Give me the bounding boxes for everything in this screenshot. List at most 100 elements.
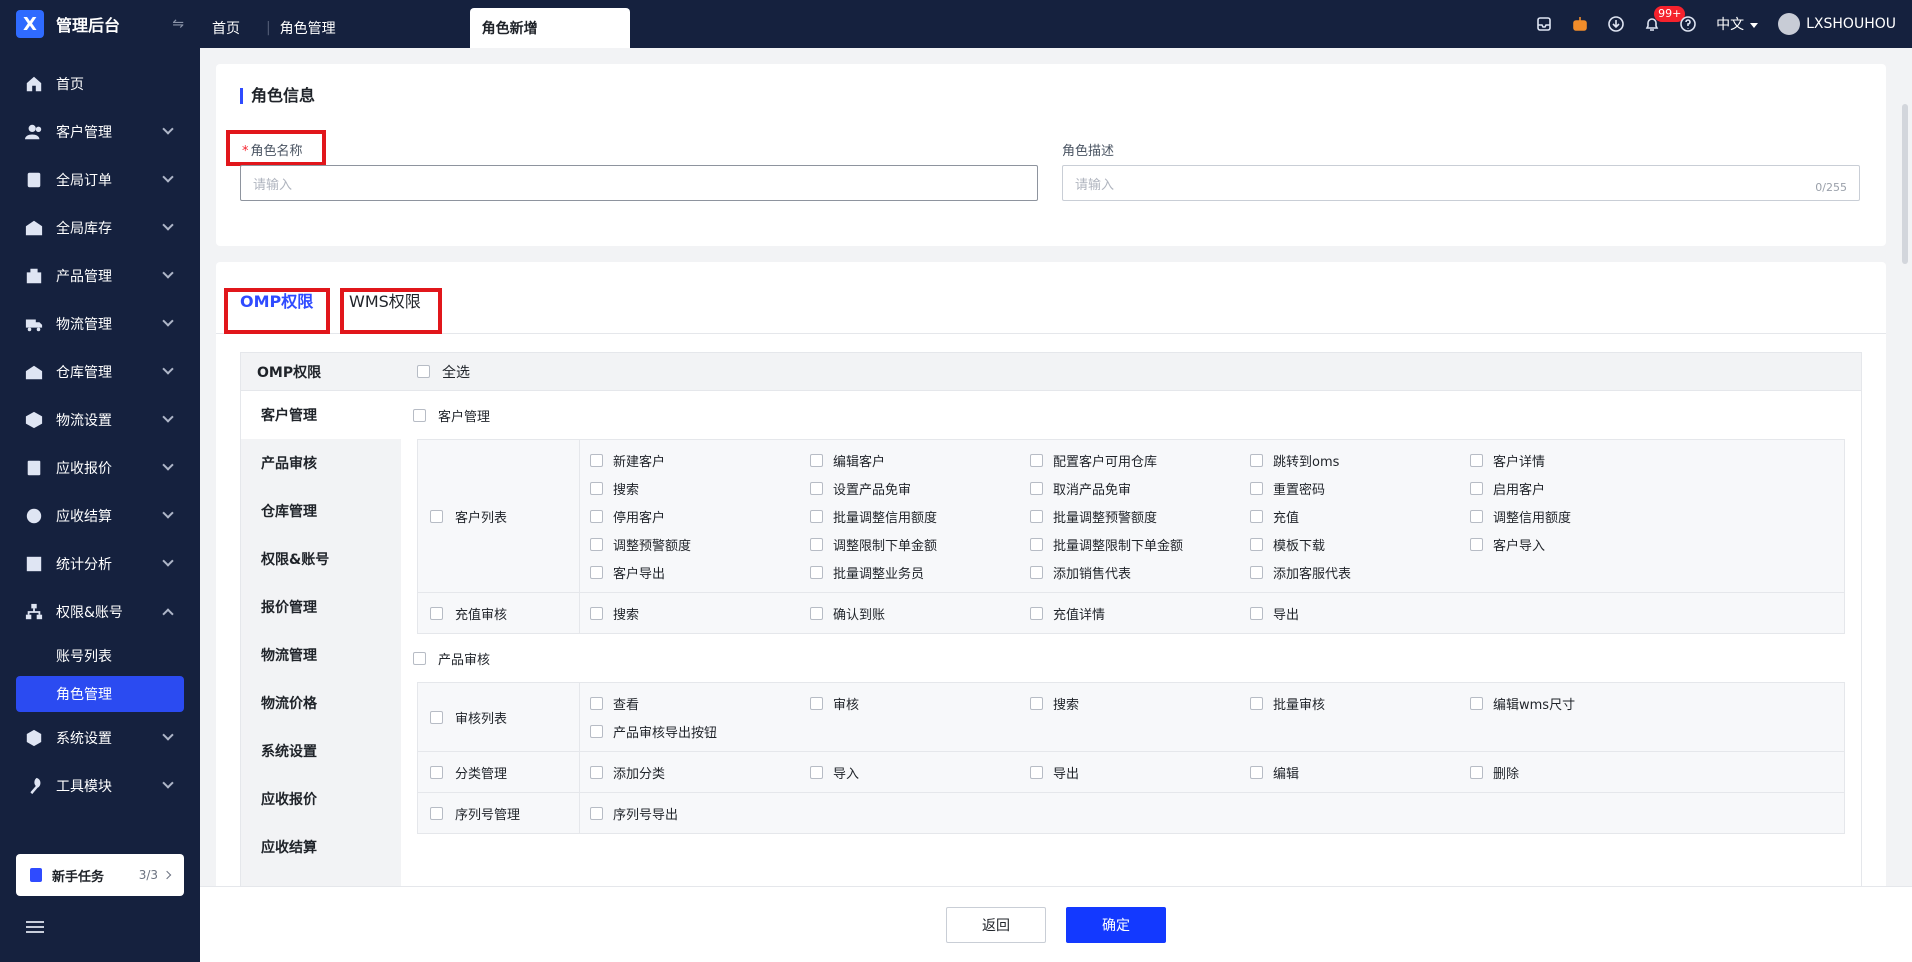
row-checkbox[interactable] — [430, 806, 443, 820]
permission-checkbox[interactable] — [590, 537, 603, 551]
permission-item[interactable]: 配置客户可用仓库 — [1030, 446, 1250, 474]
permission-item[interactable]: 批量调整预警额度 — [1030, 502, 1250, 530]
permission-item[interactable]: 编辑wms尺寸 — [1470, 689, 1690, 717]
permission-item[interactable]: 调整预警额度 — [590, 530, 810, 558]
permission-checkbox[interactable] — [810, 537, 823, 551]
permission-item[interactable]: 停用客户 — [590, 502, 810, 530]
permission-checkbox[interactable] — [810, 765, 823, 779]
permission-checkbox[interactable] — [590, 509, 603, 523]
permission-checkbox[interactable] — [1250, 537, 1263, 551]
permission-item[interactable]: 跳转到oms — [1250, 446, 1470, 474]
sidebar-subitem-roles[interactable]: 角色管理 — [16, 676, 184, 712]
tab-role-management[interactable]: | 角色管理 — [254, 8, 348, 48]
permission-checkbox[interactable] — [590, 696, 603, 710]
permission-checkbox[interactable] — [810, 509, 823, 523]
select-all-checkbox[interactable] — [417, 365, 430, 378]
permission-item[interactable]: 编辑 — [1250, 758, 1470, 786]
permission-checkbox[interactable] — [1250, 509, 1263, 523]
permission-item[interactable]: 产品审核导出按钮 — [590, 717, 810, 745]
permission-checkbox[interactable] — [1030, 509, 1043, 523]
permission-item[interactable]: 批量调整业务员 — [810, 558, 1030, 586]
permission-checkbox[interactable] — [590, 453, 603, 467]
permission-item[interactable]: 搜索 — [590, 599, 810, 627]
permission-row-label[interactable]: 客户列表 — [418, 440, 580, 592]
module-item[interactable]: 客户管理 — [241, 391, 401, 439]
permission-item[interactable]: 搜索 — [1030, 689, 1250, 717]
sidebar-item-home[interactable]: 首页 — [0, 60, 200, 108]
module-item[interactable]: 物流价格 — [241, 679, 401, 727]
permission-item[interactable]: 添加分类 — [590, 758, 810, 786]
permission-item[interactable]: 审核 — [810, 689, 1030, 717]
sidebar-item-system-settings[interactable]: 系统设置 — [0, 714, 200, 762]
permission-checkbox[interactable] — [810, 696, 823, 710]
module-item[interactable]: 产品审核 — [241, 439, 401, 487]
permission-item[interactable]: 调整信用额度 — [1470, 502, 1690, 530]
sidebar-item-inventory[interactable]: 全局库存 — [0, 204, 200, 252]
bell-icon[interactable]: 99+ — [1644, 6, 1686, 32]
module-item[interactable]: 权限&账号 — [241, 535, 401, 583]
row-checkbox[interactable] — [430, 606, 443, 620]
permission-item[interactable]: 添加销售代表 — [1030, 558, 1250, 586]
permission-checkbox[interactable] — [810, 565, 823, 579]
permission-group-title[interactable]: 客户管理 — [401, 391, 1861, 439]
permission-checkbox[interactable] — [810, 606, 823, 620]
permission-item[interactable]: 批量审核 — [1250, 689, 1470, 717]
permission-item[interactable]: 充值详情 — [1030, 599, 1250, 627]
permission-checkbox[interactable] — [590, 765, 603, 779]
permission-item[interactable]: 序列号导出 — [590, 799, 810, 827]
language-select[interactable]: 中文 — [1716, 14, 1759, 34]
sidebar-item-statistics[interactable]: 统计分析 — [0, 540, 200, 588]
permission-item[interactable]: 确认到账 — [810, 599, 1030, 627]
user-menu[interactable]: LXSHOUHOU — [1778, 13, 1896, 35]
sidebar-item-logistics[interactable]: 物流管理 — [0, 300, 200, 348]
group-checkbox[interactable] — [413, 651, 426, 665]
permission-item[interactable]: 客户详情 — [1470, 446, 1690, 474]
module-item[interactable]: 应收结算 — [241, 823, 401, 871]
menu-toggle-icon[interactable] — [26, 918, 44, 936]
sidebar-item-receivable-quote[interactable]: 应收报价 — [0, 444, 200, 492]
permission-checkbox[interactable] — [1250, 565, 1263, 579]
permission-row-label[interactable]: 序列号管理 — [418, 793, 580, 833]
permission-checkbox[interactable] — [1470, 696, 1483, 710]
permission-checkbox[interactable] — [590, 565, 603, 579]
permission-item[interactable]: 查看 — [590, 689, 810, 717]
role-desc-textarea[interactable]: 请输入 0/255 — [1062, 165, 1860, 201]
role-name-input[interactable]: 请输入 — [240, 165, 1038, 201]
tab-role-add[interactable]: 角色新增 — [469, 8, 630, 48]
permission-checkbox[interactable] — [1030, 565, 1043, 579]
sidebar-subitem-accounts[interactable]: 账号列表 — [16, 638, 184, 674]
permission-row-label[interactable]: 分类管理 — [418, 752, 580, 792]
back-button[interactable]: 返回 — [946, 907, 1046, 943]
help-icon[interactable] — [1680, 16, 1696, 32]
permission-checkbox[interactable] — [810, 481, 823, 495]
module-item[interactable]: 物流管理 — [241, 631, 401, 679]
sidebar-item-products[interactable]: 产品管理 — [0, 252, 200, 300]
module-item[interactable]: 应收报价 — [241, 775, 401, 823]
permission-item[interactable]: 导入 — [810, 758, 1030, 786]
sidebar-item-warehouse[interactable]: 仓库管理 — [0, 348, 200, 396]
row-checkbox[interactable] — [430, 765, 443, 779]
permission-item[interactable]: 添加客服代表 — [1250, 558, 1470, 586]
permission-checkbox[interactable] — [1250, 481, 1263, 495]
permission-checkbox[interactable] — [1030, 481, 1043, 495]
permission-checkbox[interactable] — [590, 806, 603, 820]
sidebar-item-permissions[interactable]: 权限&账号 — [0, 588, 200, 636]
permission-checkbox[interactable] — [1250, 765, 1263, 779]
permission-checkbox[interactable] — [590, 606, 603, 620]
tab-wms-permission[interactable]: WMS权限 — [349, 288, 421, 312]
permission-item[interactable]: 客户导出 — [590, 558, 810, 586]
permission-item[interactable]: 批量调整限制下单金额 — [1030, 530, 1250, 558]
permission-item[interactable]: 客户导入 — [1470, 530, 1690, 558]
row-checkbox[interactable] — [430, 710, 443, 724]
permission-item[interactable]: 删除 — [1470, 758, 1690, 786]
sidebar-item-receivable-settlement[interactable]: 应收结算 — [0, 492, 200, 540]
permission-checkbox[interactable] — [1470, 765, 1483, 779]
permission-item[interactable]: 调整限制下单金额 — [810, 530, 1030, 558]
permission-checkbox[interactable] — [1030, 696, 1043, 710]
permission-checkbox[interactable] — [1030, 765, 1043, 779]
tab-omp-permission[interactable]: OMP权限 — [240, 288, 313, 312]
permission-item[interactable]: 设置产品免审 — [810, 474, 1030, 502]
confirm-button[interactable]: 确定 — [1066, 907, 1166, 943]
permission-item[interactable]: 充值 — [1250, 502, 1470, 530]
module-item[interactable]: 报价管理 — [241, 583, 401, 631]
